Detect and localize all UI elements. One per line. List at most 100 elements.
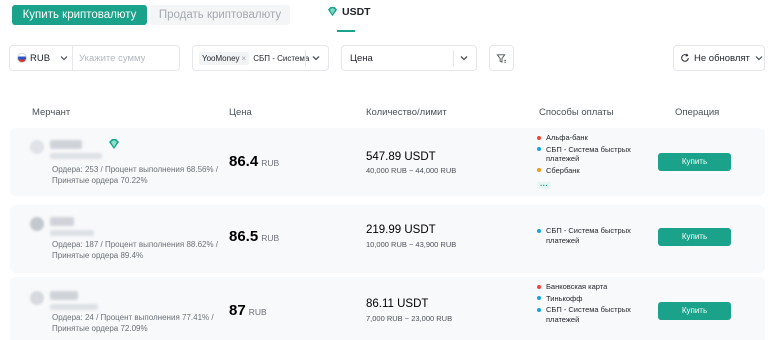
price-value: 87 [229, 302, 246, 319]
merchant-id-blurred [50, 153, 102, 159]
asset-tab-label: USDT [342, 6, 371, 18]
dot-icon [537, 228, 541, 233]
column-quantity: Количество/лимит [366, 107, 447, 118]
payment-method: СБП - Система быстрых платежей [537, 145, 652, 164]
merchant-name-blurred [50, 291, 78, 300]
payment-method-label: СБП - Система быстрых платежей [546, 226, 631, 245]
price: 87 RUB [229, 302, 267, 319]
payment-method-label: Банковская карта [546, 282, 608, 291]
merchant-stats: Ордера: 24 / Процент выполнения 77.41% /… [52, 312, 237, 334]
column-price: Цена [229, 107, 252, 118]
quantity: 547.89 USDT [366, 151, 436, 163]
buy-button[interactable]: Купить [658, 228, 731, 246]
sort-select[interactable]: Цена [341, 45, 477, 71]
refresh-label: Не обновлят [694, 52, 750, 64]
currency-label: RUB [30, 52, 51, 64]
payment-method: Тинькофф [537, 294, 652, 304]
stats-accepted: Принятые ордера 89.4% [52, 251, 144, 260]
table-row: Ордера: 187 / Процент выполнения 88.62% … [10, 205, 765, 273]
active-tab-underline [337, 30, 355, 32]
dot-icon [537, 135, 541, 140]
quantity: 86.11 USDT [366, 298, 429, 310]
payment-method-label: СБП - Система быстрых платежей [546, 305, 631, 324]
remove-chip-icon[interactable]: × [242, 54, 247, 63]
dot-icon [537, 168, 541, 172]
price-unit: RUB [261, 158, 280, 168]
price: 86.5 RUB [229, 228, 279, 245]
stats-orders: Ордера: 187 / Процент выполнения 88.62% … [52, 240, 219, 249]
payment-method-select[interactable]: YooMoney × СБП - Система [192, 45, 329, 71]
column-payment-methods: Способы оплаты [539, 107, 614, 118]
more-methods-button[interactable]: ··· [537, 182, 551, 190]
stats-accepted: Принятые ордера 72.09% [52, 324, 148, 333]
top-bar: Купить криптовалюту Продать криптовалюту… [0, 0, 775, 34]
chevron-down-icon [60, 56, 68, 61]
payment-methods: Банковская карта Тинькофф СБП - Система … [537, 282, 652, 326]
merchant-stats: Ордера: 253 / Процент выполнения 68.56% … [52, 164, 237, 186]
limit: 10,000 RUB ~ 43,900 RUB [366, 240, 457, 249]
filter-button[interactable] [489, 45, 514, 71]
quantity: 219.99 USDT [366, 224, 436, 236]
column-merchant: Мерчант [32, 107, 71, 118]
limit: 40,000 RUB ~ 44,000 RUB [366, 166, 457, 175]
verified-diamond-icon [109, 139, 119, 149]
filter-bar: RUB YooMoney × СБП - Система Цена Не обн… [0, 45, 775, 71]
refresh-select[interactable]: Не обновлят [673, 45, 765, 71]
amount-input[interactable] [73, 52, 173, 64]
usdt-diamond-icon [327, 6, 338, 17]
currency-select[interactable]: RUB [10, 46, 73, 70]
payment-method-label: Сбербанк [546, 165, 580, 175]
chevron-down-icon [312, 56, 320, 61]
price: 86.4 RUB [229, 153, 279, 170]
price-unit: RUB [248, 307, 267, 317]
buy-button[interactable]: Купить [658, 153, 731, 171]
payment-method: Сбербанк [537, 166, 652, 176]
amount-filter: RUB [9, 45, 180, 71]
dot-icon [537, 296, 541, 300]
chevron-down-icon [460, 56, 468, 61]
dot-icon [537, 307, 541, 312]
payment-method-label: Тинькофф [546, 293, 583, 303]
payment-method: СБП - Система быстрых платежей [537, 305, 652, 324]
payment-method: Альфа-банк [537, 133, 652, 143]
payment-method: Банковская карта [537, 282, 652, 292]
buy-button[interactable]: Купить [658, 302, 731, 320]
stats-orders: Ордера: 253 / Процент выполнения 68.56% … [52, 165, 219, 174]
merchant-id-blurred [50, 230, 94, 236]
payment-chip-2: СБП - Система [253, 53, 310, 63]
table-row: Ордера: 253 / Процент выполнения 68.56% … [10, 128, 765, 196]
sort-label: Цена [350, 52, 373, 64]
payment-methods: Альфа-банк СБП - Система быстрых платеже… [537, 133, 652, 191]
price-value: 86.4 [229, 153, 259, 170]
payment-method-label: Альфа-банк [546, 133, 588, 142]
divider [453, 50, 454, 66]
merchant-name-blurred [50, 217, 74, 226]
stats-accepted: Принятые ордера 70.22% [52, 176, 148, 185]
payment-method: СБП - Система быстрых платежей [537, 226, 652, 245]
dot-icon [537, 284, 541, 289]
table-header: Мерчант Цена Количество/лимит Способы оп… [0, 107, 775, 119]
avatar [30, 217, 44, 231]
avatar [30, 140, 44, 154]
merchant-id-blurred [50, 304, 98, 310]
rub-flag-icon [17, 53, 27, 63]
payment-methods: СБП - Система быстрых платежей [537, 226, 652, 247]
price-value: 86.5 [229, 228, 259, 245]
divider [305, 50, 306, 66]
sell-crypto-tab[interactable]: Продать криптовалюту [150, 5, 290, 25]
table-row: Ордера: 24 / Процент выполнения 77.41% /… [10, 277, 765, 340]
limit: 7,000 RUB ~ 23,000 RUB [366, 314, 453, 323]
filter-icon [496, 53, 507, 63]
asset-tab-usdt[interactable]: USDT [327, 6, 371, 32]
column-action: Операция [675, 107, 720, 118]
price-unit: RUB [261, 233, 280, 243]
refresh-icon [681, 53, 689, 62]
avatar [30, 291, 44, 305]
dot-icon [537, 147, 541, 151]
payment-method-label: СБП - Система быстрых платежей [546, 144, 631, 164]
payment-chip-label: YooMoney [202, 53, 240, 63]
buy-crypto-tab[interactable]: Купить криптовалюту [12, 5, 147, 25]
chevron-down-icon [755, 56, 763, 61]
payment-chip: YooMoney × [199, 51, 250, 65]
stats-orders: Ордера: 24 / Процент выполнения 77.41% / [52, 313, 214, 322]
